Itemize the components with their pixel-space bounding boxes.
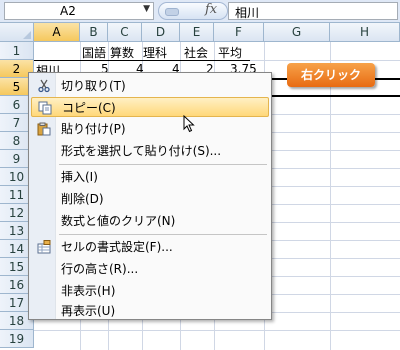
row-header-19[interactable]: 19 (0, 330, 34, 348)
menu-item-label: 行の高さ(R)... (61, 262, 139, 276)
format-cells-icon (37, 240, 51, 254)
menu-item-label: 挿入(I) (61, 170, 98, 184)
menu-item-delete[interactable]: 削除(D) (31, 189, 269, 209)
menu-separator (59, 234, 267, 235)
menu-item-cut[interactable]: 切り取り(T) (31, 76, 269, 96)
menu-item-paste-special[interactable]: 形式を選択して貼り付け(S)... (31, 141, 269, 161)
cell-b1[interactable]: 国語 (82, 44, 106, 61)
cell-e1[interactable]: 社会 (184, 44, 208, 61)
mouse-cursor-icon (183, 115, 195, 133)
menu-item-format-cells[interactable]: セルの書式設定(F)... (31, 237, 269, 257)
column-header-c[interactable]: C (108, 23, 142, 42)
right-click-callout: 右クリック (287, 63, 375, 87)
menu-item-insert[interactable]: 挿入(I) (31, 167, 269, 187)
menu-item-hide[interactable]: 非表示(H) (31, 281, 269, 301)
menu-item-unhide[interactable]: 再表示(U) (31, 301, 269, 321)
column-header-f[interactable]: F (214, 23, 264, 42)
menu-separator (59, 164, 267, 165)
cell-c1[interactable]: 算数 (110, 44, 134, 61)
select-all-button[interactable] (0, 23, 34, 42)
name-box-value: A2 (60, 4, 76, 18)
formula-input[interactable]: 相川 (228, 2, 398, 20)
context-menu: 切り取り(T) コピー(C) 貼り付け(P) 形式を選択して貼り付け(S)...… (28, 72, 272, 320)
scissors-icon (38, 79, 50, 93)
menu-item-copy[interactable]: コピー(C) (31, 97, 269, 117)
column-header-d[interactable]: D (142, 23, 180, 42)
column-header-e[interactable]: E (180, 23, 214, 42)
column-header-a[interactable]: A (34, 23, 80, 42)
formula-tools: fx (158, 2, 228, 20)
column-header-h[interactable]: H (330, 23, 400, 42)
formula-value: 相川 (235, 6, 260, 20)
menu-item-label: 非表示(H) (61, 284, 116, 298)
menu-item-label: 数式と値のクリア(N) (61, 214, 176, 228)
menu-item-label: 貼り付け(P) (61, 122, 126, 136)
chevron-down-icon[interactable]: ▼ (143, 4, 150, 14)
column-header-b[interactable]: B (80, 23, 108, 42)
name-box[interactable]: A2 ▼ (4, 2, 154, 20)
cell-d1[interactable]: 理科 (143, 44, 167, 61)
menu-item-label: 削除(D) (61, 192, 104, 206)
resize-grip-icon[interactable] (165, 8, 179, 16)
menu-item-label: セルの書式設定(F)... (61, 240, 173, 254)
menu-item-label: 切り取り(T) (61, 79, 126, 93)
cell-f1[interactable]: 平均 (218, 44, 242, 61)
paste-icon (37, 122, 51, 136)
menu-item-label: 再表示(U) (61, 304, 116, 318)
insert-function-icon[interactable]: fx (205, 2, 217, 17)
menu-item-label: コピー(C) (62, 101, 116, 115)
row-header-1[interactable]: 1 (0, 42, 34, 60)
menu-item-clear-contents[interactable]: 数式と値のクリア(N) (31, 211, 269, 231)
menu-item-row-height[interactable]: 行の高さ(R)... (31, 259, 269, 279)
column-header-g[interactable]: G (264, 23, 330, 42)
formula-bar: A2 ▼ fx 相川 (0, 0, 400, 23)
menu-item-paste[interactable]: 貼り付け(P) (31, 119, 269, 139)
menu-item-label: 形式を選択して貼り付け(S)... (61, 144, 222, 158)
copy-icon (38, 101, 52, 115)
